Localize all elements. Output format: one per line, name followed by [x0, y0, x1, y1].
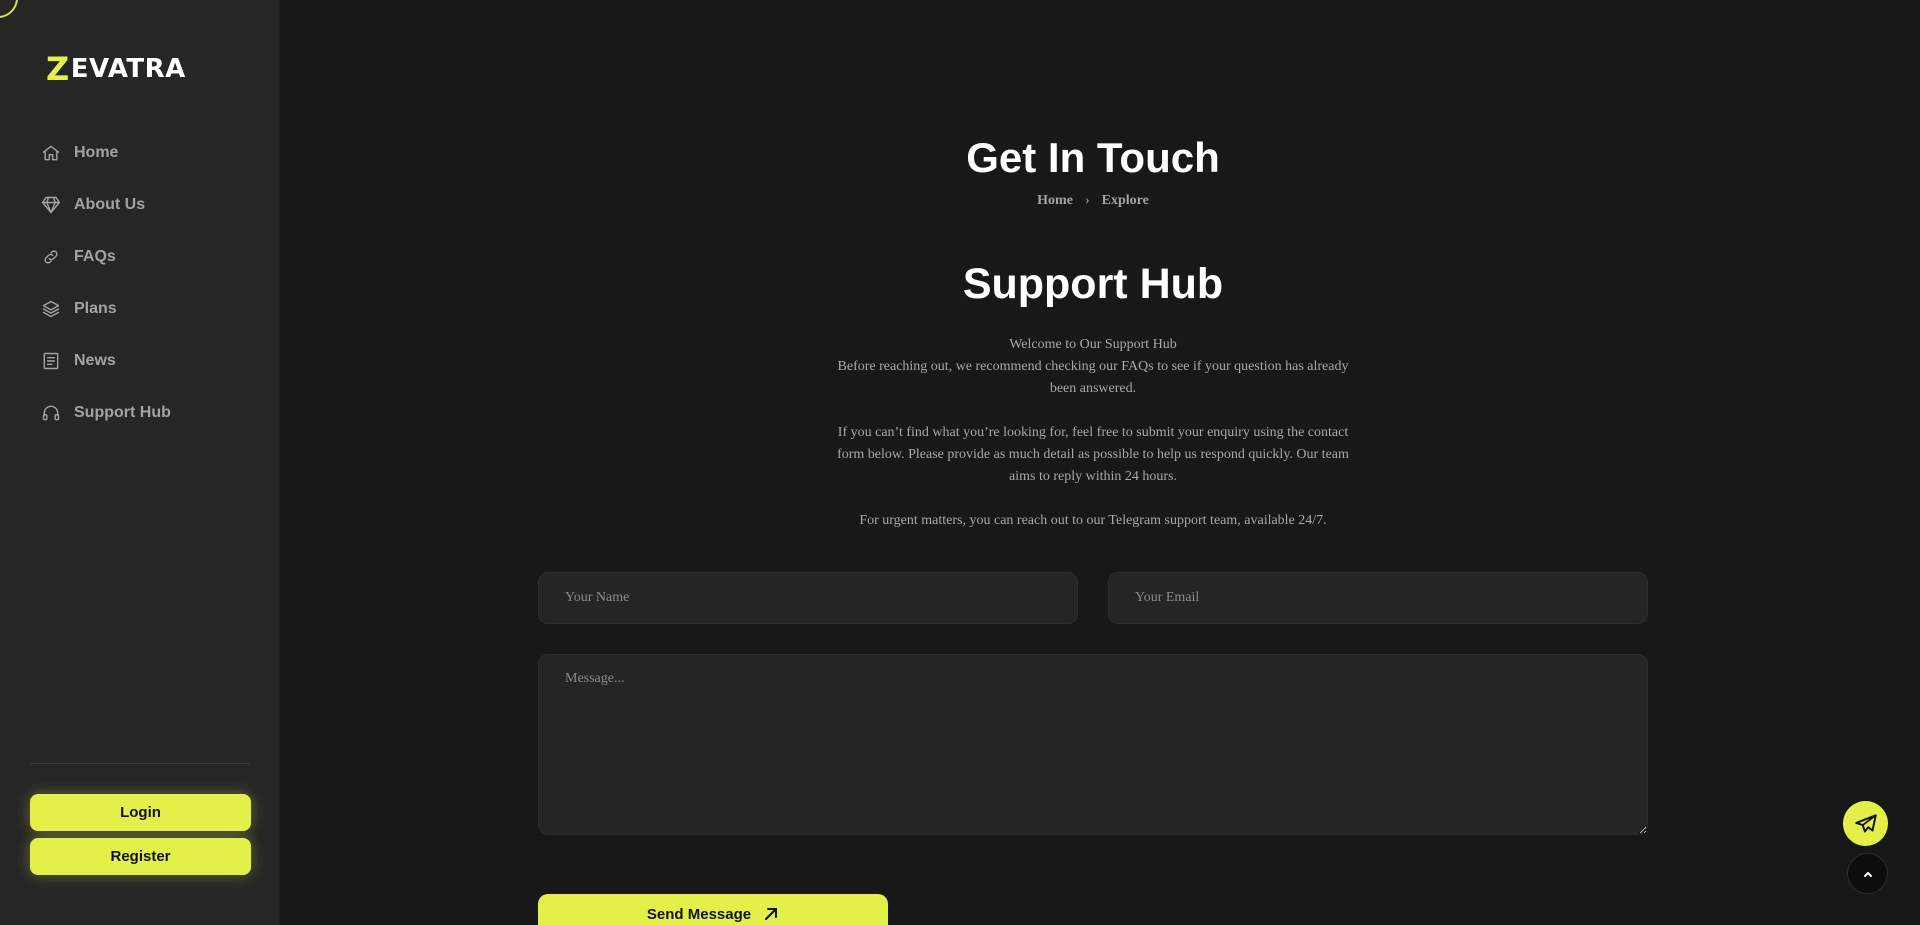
- sidebar-item-about-us[interactable]: About Us: [40, 179, 260, 231]
- sidebar-nav: Home About Us FAQs Plans News Support Hu…: [40, 127, 260, 439]
- receipt-icon: [40, 350, 62, 372]
- name-input[interactable]: [538, 572, 1078, 624]
- home-icon: [40, 142, 62, 164]
- sidebar: Z EVATRA Home About Us FAQs Plans News S…: [0, 0, 280, 925]
- decorative-ring: [0, 0, 18, 18]
- arrow-up-right-icon: [763, 906, 779, 922]
- breadcrumb-separator: ›: [1084, 193, 1090, 208]
- send-message-button[interactable]: Send Message: [538, 894, 888, 925]
- breadcrumb: Home › Explore: [280, 193, 1906, 209]
- sidebar-item-home[interactable]: Home: [40, 127, 260, 179]
- sidebar-item-label: FAQs: [74, 248, 116, 265]
- logo-mark: Z: [46, 50, 70, 88]
- send-message-label: Send Message: [646, 906, 752, 923]
- link-icon: [40, 246, 62, 268]
- telegram-button[interactable]: [1843, 801, 1888, 846]
- sidebar-item-label: Support Hub: [74, 404, 171, 421]
- intro-paragraph-3: For urgent matters, you can reach out to…: [859, 513, 1327, 528]
- sidebar-item-plans[interactable]: Plans: [40, 283, 260, 335]
- breadcrumb-home[interactable]: Home: [1037, 193, 1073, 208]
- telegram-icon: [1853, 811, 1879, 837]
- scroll-to-top-button[interactable]: [1847, 853, 1888, 894]
- login-button[interactable]: Login: [30, 794, 251, 831]
- main-content: Get In Touch Home › Explore Support Hub We…: [280, 0, 1920, 925]
- message-textarea[interactable]: [538, 654, 1648, 835]
- intro-paragraph-2: If you can’t find what you’re looking fo…: [837, 425, 1349, 484]
- sidebar-divider: [30, 763, 250, 764]
- breadcrumb-current: Explore: [1101, 193, 1149, 208]
- logo-text: EVATRA: [70, 54, 186, 84]
- sidebar-item-faqs[interactable]: FAQs: [40, 231, 260, 283]
- intro-paragraph-1: Before reaching out, we recommend checki…: [837, 359, 1349, 396]
- sidebar-item-label: About Us: [74, 196, 146, 213]
- sidebar-item-label: Home: [74, 144, 119, 161]
- brand-logo[interactable]: Z EVATRA: [46, 50, 186, 88]
- support-intro: Welcome to Our Support Hub Before reachi…: [831, 334, 1355, 554]
- sidebar-item-label: Plans: [74, 300, 117, 317]
- welcome-text: Welcome to Our Support Hub: [1009, 337, 1177, 352]
- chevron-up-icon: [1862, 868, 1874, 880]
- email-input[interactable]: [1108, 572, 1648, 624]
- register-button[interactable]: Register: [30, 838, 251, 875]
- sidebar-item-support-hub[interactable]: Support Hub: [40, 387, 260, 439]
- layers-icon: [40, 298, 62, 320]
- section-title: Support Hub: [962, 260, 1224, 308]
- diamond-icon: [40, 194, 62, 216]
- page-title: Get In Touch: [966, 134, 1220, 181]
- headset-icon: [40, 402, 62, 424]
- sidebar-item-label: News: [74, 352, 116, 369]
- sidebar-item-news[interactable]: News: [40, 335, 260, 387]
